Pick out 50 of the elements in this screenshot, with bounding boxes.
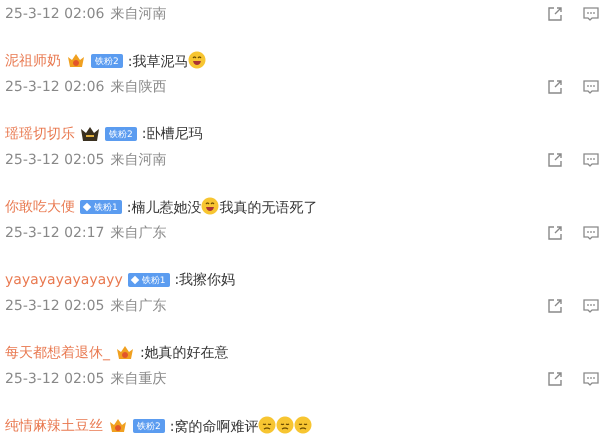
comment-text: :她真的好在意 (140, 344, 229, 362)
crown-icon (80, 126, 100, 142)
share-icon[interactable] (547, 298, 563, 314)
emoji-icon (294, 416, 312, 434)
comment-icon[interactable] (583, 225, 599, 241)
medal-icon (115, 345, 135, 361)
user-name[interactable]: yayayayayayayy (5, 272, 123, 288)
comment-icon[interactable] (583, 371, 599, 387)
share-icon[interactable] (547, 79, 563, 95)
user-name[interactable]: 你敢吃大便 (5, 198, 75, 216)
comment-icon[interactable] (583, 298, 599, 314)
fan-badge: 铁粉1 (80, 200, 122, 214)
location: 来自广东 (110, 224, 166, 242)
fan-badge: 铁粉2 (133, 419, 165, 433)
fan-badge: 铁粉2 (105, 127, 137, 141)
medal-icon (108, 418, 128, 434)
timestamp: 25-3-12 02:05 (5, 371, 104, 387)
comment-icon[interactable] (583, 152, 599, 168)
user-name[interactable]: 纯情麻辣土豆丝 (5, 417, 103, 435)
timestamp: 25-3-12 02:06 (5, 6, 104, 22)
user-name[interactable]: 泥祖师奶 (5, 52, 61, 70)
location: 来自重庆 (110, 370, 166, 388)
location: 来自河南 (110, 5, 166, 23)
share-icon[interactable] (547, 225, 563, 241)
comment-text: :楠儿惹她没 我真的无语死了 (126, 197, 318, 217)
fan-badge: 铁粉2 (91, 54, 123, 68)
share-icon[interactable] (547, 152, 563, 168)
emoji-icon (201, 197, 220, 215)
location: 来自河南 (110, 151, 166, 169)
medal-icon (66, 53, 86, 69)
location: 来自陕西 (110, 78, 166, 96)
emoji-icon (258, 416, 276, 434)
comment-text: :窝的命啊难评 (170, 416, 312, 436)
timestamp: 25-3-12 02:05 (5, 298, 104, 314)
comment-text: :我擦你妈 (174, 271, 236, 289)
emoji-icon (276, 416, 294, 434)
location: 来自广东 (110, 297, 166, 315)
comment-text: :我草泥马 (128, 51, 206, 71)
comment-text: :卧槽尼玛 (142, 125, 202, 143)
emoji-icon (188, 51, 206, 69)
comment-icon[interactable] (583, 79, 599, 95)
fan-badge: 铁粉1 (128, 273, 170, 287)
share-icon[interactable] (547, 371, 563, 387)
share-icon[interactable] (547, 6, 563, 22)
user-name[interactable]: 瑶瑶切切乐 (5, 125, 75, 143)
comment-icon[interactable] (583, 6, 599, 22)
timestamp: 25-3-12 02:06 (5, 79, 104, 95)
timestamp: 25-3-12 02:05 (5, 152, 104, 168)
timestamp: 25-3-12 02:17 (5, 225, 104, 241)
user-name[interactable]: 每天都想着退休_ (5, 344, 110, 362)
